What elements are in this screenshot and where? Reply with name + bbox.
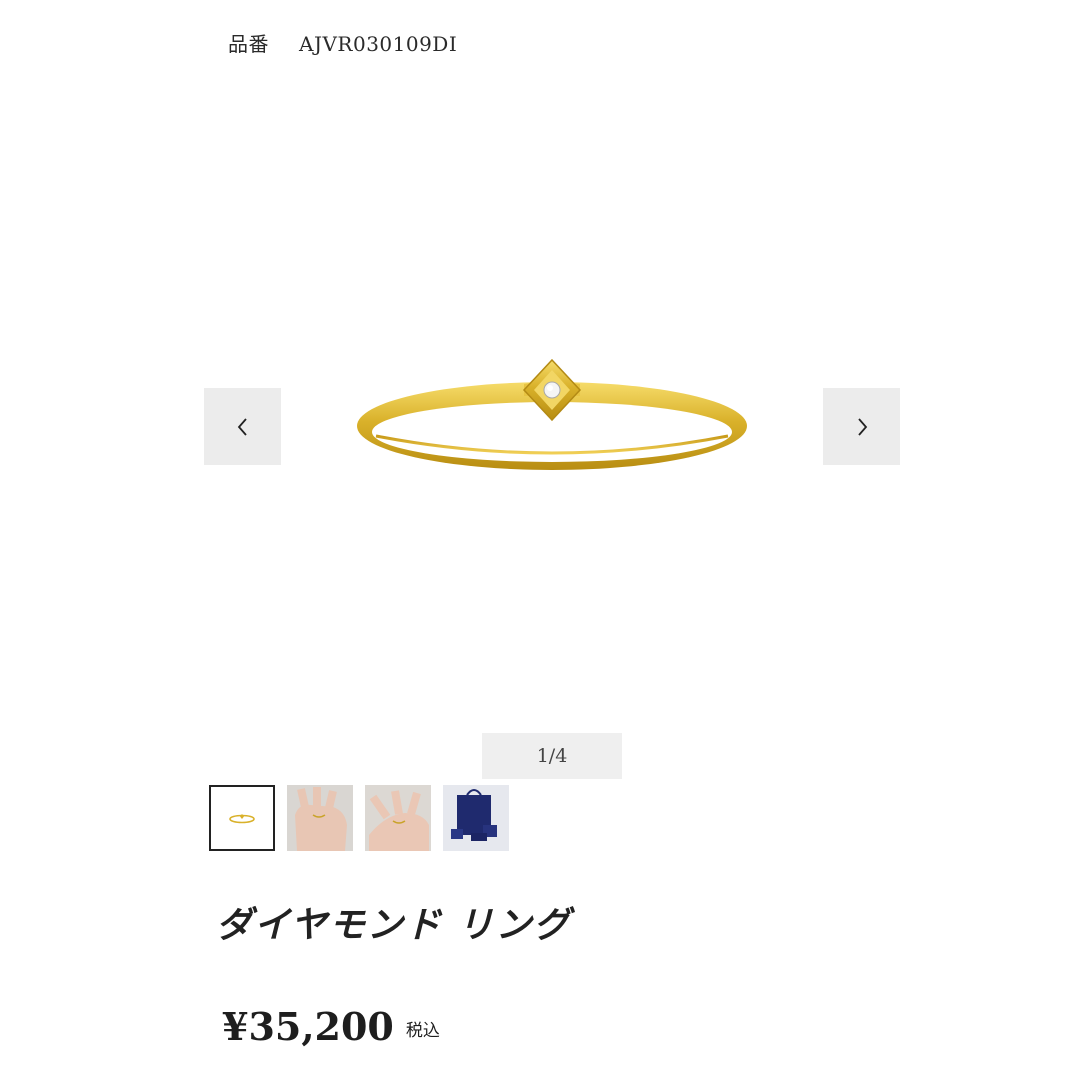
thumbnail-ring-on-hand-1[interactable] [287,785,353,851]
thumbnail-gift-packaging[interactable] [443,785,509,851]
chevron-left-icon [237,417,247,436]
thumbnail-ring-product[interactable] [209,785,275,851]
thumbnail-ring-on-hand-2[interactable] [365,785,431,851]
image-gallery [204,70,900,730]
ring-main-image [357,358,747,470]
product-code-label: 品番 [228,32,269,56]
product-code: 品番 AJVR030109DI [228,28,457,57]
image-counter: 1/4 [482,733,622,779]
product-name: ダイヤモンド リング [216,904,572,946]
chevron-right-icon [857,417,867,436]
price-block: ¥35,200 税込 [222,1004,440,1049]
next-image-button[interactable] [823,388,900,465]
tax-included-label: 税込 [405,1021,440,1041]
previous-image-button[interactable] [204,388,281,465]
product-code-value: AJVR030109DI [299,32,458,56]
product-page: 品番 AJVR030109DI 1/4 ダイヤモンド リング ¥35,200 税… [0,0,1080,1080]
price-amount: ¥35,200 [222,1004,394,1049]
thumbnail-strip [209,785,509,851]
